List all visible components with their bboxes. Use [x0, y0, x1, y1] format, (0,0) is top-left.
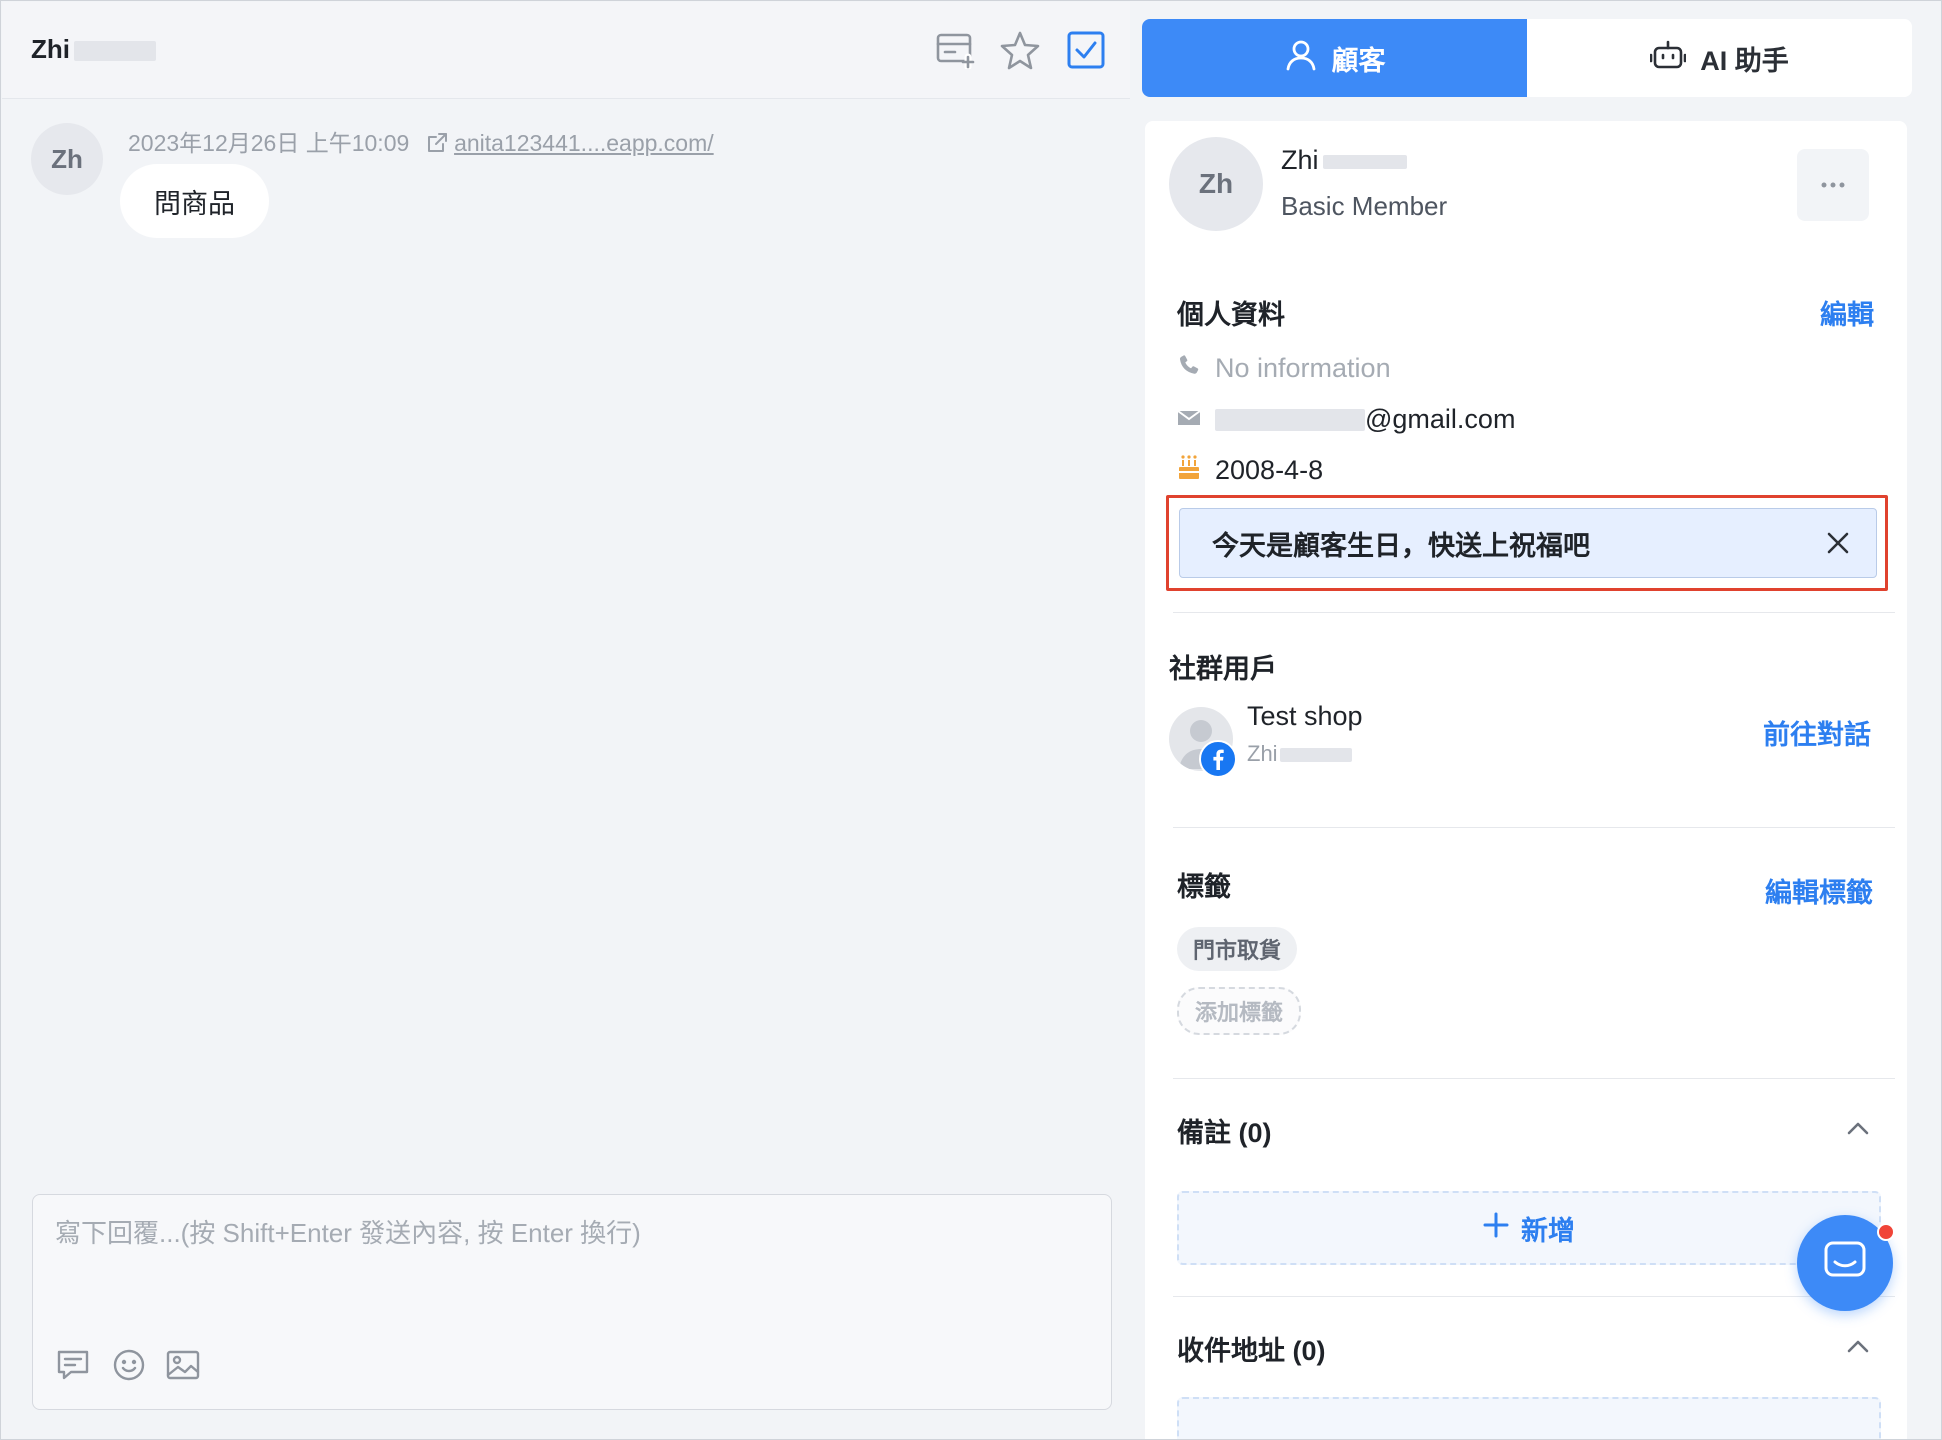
add-tag-button[interactable]: 添加標籤	[1177, 987, 1302, 1035]
quick-reply-icon[interactable]	[53, 1345, 93, 1385]
email-row: @gmail.com	[1177, 404, 1515, 435]
external-link-icon	[426, 132, 448, 160]
tab-customer-label: 顧客	[1331, 45, 1386, 76]
social-user-row: Zhi	[1247, 741, 1352, 767]
tag-chip[interactable]: 門市取貨	[1177, 927, 1298, 971]
divider	[1173, 1078, 1895, 1079]
redacted-email	[1215, 408, 1365, 431]
more-icon	[1820, 176, 1846, 194]
notification-dot	[1877, 1223, 1895, 1241]
customer-name-row: Zhi	[1281, 145, 1407, 176]
email-value: @gmail.com	[1365, 404, 1516, 434]
go-to-chat-link[interactable]: 前往對話	[1763, 713, 1871, 752]
contact-name: Zhi	[31, 34, 70, 64]
edit-tags-link[interactable]: 編輯標籤	[1765, 871, 1873, 910]
divider	[1173, 827, 1895, 828]
phone-row: No information	[1177, 353, 1391, 384]
membership-tier: Basic Member	[1281, 191, 1448, 221]
social-section-title: 社群用戶	[1169, 654, 1277, 684]
archive-add-icon[interactable]	[934, 28, 978, 72]
checkbox-icon[interactable]	[1064, 28, 1108, 72]
birthday-notice-text: 今天是顧客生日，快送上祝福吧	[1212, 530, 1590, 561]
birthday-value: 2008-4-8	[1215, 455, 1324, 485]
chat-title: Zhi	[31, 34, 156, 65]
email-icon	[1177, 404, 1201, 435]
message-bubble: 問商品	[120, 164, 269, 238]
customer-name: Zhi	[1281, 145, 1319, 175]
address-section-title: 收件地址 (0)	[1177, 1336, 1326, 1366]
redacted-name	[1279, 748, 1352, 763]
add-address-button[interactable]	[1177, 1397, 1881, 1439]
cake-icon	[1177, 454, 1201, 487]
customer-avatar: Zh	[1169, 137, 1263, 231]
add-note-button[interactable]: 新增	[1177, 1191, 1881, 1265]
chat-bubble-icon	[1823, 1240, 1867, 1287]
reply-composer	[32, 1194, 1112, 1410]
robot-icon	[1649, 39, 1687, 78]
divider	[1173, 612, 1895, 613]
social-user-name: Zhi	[1247, 741, 1278, 766]
message-meta: 2023年12月26日 上午10:09 anita123441....eapp.…	[128, 124, 714, 160]
reply-input[interactable]	[53, 1217, 1087, 1250]
tab-ai-assistant[interactable]: AI 助手	[1527, 19, 1912, 97]
chevron-up-icon[interactable]	[1845, 1115, 1871, 1141]
add-note-label: 新增	[1521, 1215, 1575, 1246]
tags-section-title: 標籤	[1177, 872, 1231, 902]
notes-section-title: 備註 (0)	[1177, 1118, 1272, 1148]
app-frame: Zhi Zh 2023年12月26日 上午10:09 anita123441..…	[0, 0, 1942, 1440]
contact-avatar: Zh	[31, 123, 103, 195]
image-icon[interactable]	[163, 1345, 203, 1385]
tab-ai-assistant-label: AI 助手	[1700, 45, 1789, 76]
plus-icon	[1483, 1212, 1509, 1245]
source-link[interactable]: anita123441....eapp.com/	[454, 130, 714, 156]
birthday-notice-highlight: 今天是顧客生日，快送上祝福吧	[1166, 495, 1888, 591]
birthday-notice: 今天是顧客生日，快送上祝福吧	[1179, 508, 1877, 578]
star-icon[interactable]	[998, 28, 1042, 72]
edit-profile-link[interactable]: 編輯	[1820, 293, 1874, 332]
birthday-row: 2008-4-8	[1177, 454, 1323, 487]
chevron-up-icon[interactable]	[1845, 1333, 1871, 1359]
customer-panel: Zh Zhi Basic Member 個人資料 編輯 No informati…	[1145, 121, 1907, 1439]
chat-header: Zhi	[2, 2, 1130, 99]
phone-value: No information	[1215, 353, 1391, 383]
more-options-button[interactable]	[1797, 149, 1869, 221]
chat-pane: Zhi Zh 2023年12月26日 上午10:09 anita123441..…	[2, 2, 1130, 1438]
facebook-icon	[1199, 740, 1237, 778]
user-icon	[1284, 38, 1318, 79]
social-shop-name: Test shop	[1247, 701, 1363, 731]
redacted-name	[1322, 154, 1407, 169]
divider	[1173, 1296, 1895, 1297]
close-icon[interactable]	[1822, 527, 1854, 559]
emoji-icon[interactable]	[109, 1345, 149, 1385]
tab-customer[interactable]: 顧客	[1142, 19, 1527, 97]
redacted-name	[74, 41, 156, 62]
profile-section-title: 個人資料	[1177, 300, 1285, 330]
phone-icon	[1177, 353, 1201, 384]
side-tabs: 顧客 AI 助手	[1142, 19, 1912, 97]
message-timestamp: 2023年12月26日 上午10:09	[128, 130, 410, 156]
